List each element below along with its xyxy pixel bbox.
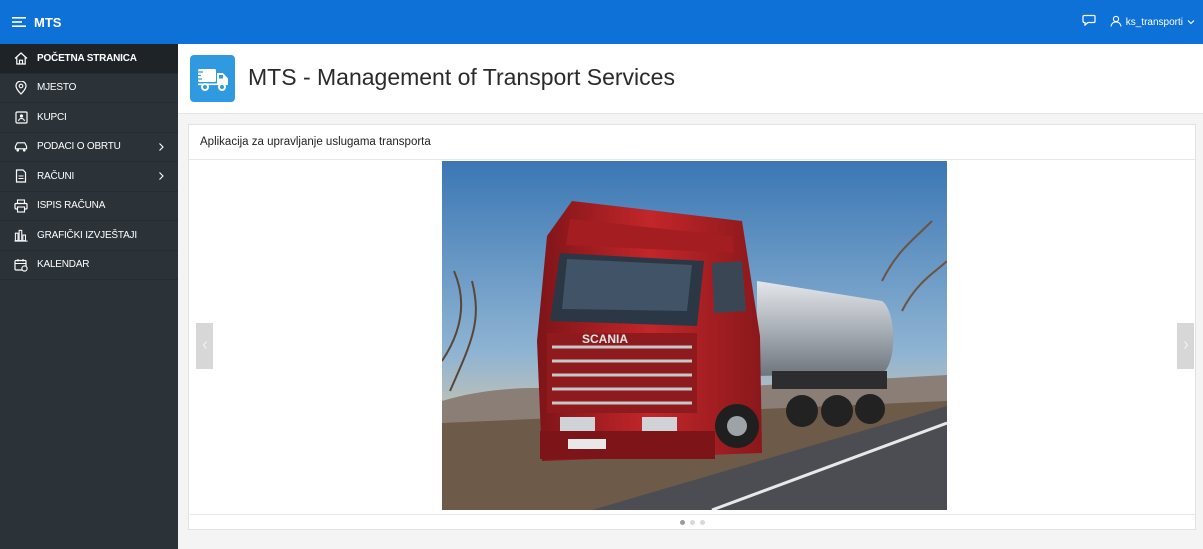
sidebar-item-mjesto[interactable]: MJESTO bbox=[0, 74, 178, 103]
app-title[interactable]: MTS bbox=[34, 15, 61, 30]
page-header: MTS - Management of Transport Services bbox=[178, 44, 1203, 114]
chevron-right-icon bbox=[1183, 337, 1189, 355]
document-icon bbox=[14, 169, 28, 183]
truck-brand: SCANIA bbox=[582, 332, 628, 346]
carousel-pagination bbox=[189, 515, 1195, 529]
username: ks_transporti bbox=[1125, 16, 1183, 28]
sidebar-item-label: RAČUNI bbox=[37, 170, 75, 182]
carousel-dot-3[interactable] bbox=[699, 519, 705, 525]
bar-chart-icon bbox=[14, 228, 28, 242]
printer-icon bbox=[14, 199, 28, 213]
sidebar-item-label: MJESTO bbox=[37, 82, 77, 94]
user-menu[interactable]: ks_transporti bbox=[1110, 15, 1195, 30]
user-icon bbox=[1110, 15, 1122, 30]
chat-icon[interactable] bbox=[1082, 13, 1096, 31]
sidebar-item-graficki-izvjestaji[interactable]: GRAFIČKI IZVJEŠTAJI bbox=[0, 221, 178, 251]
carousel-next-button[interactable] bbox=[1177, 323, 1194, 369]
home-icon bbox=[14, 51, 28, 65]
top-navigation-bar: MTS ks_transporti bbox=[0, 0, 1203, 44]
calendar-icon bbox=[14, 258, 28, 272]
chevron-right-icon bbox=[156, 171, 166, 181]
hamburger-menu-icon[interactable] bbox=[8, 11, 30, 33]
sidebar-item-label: PODACI O OBRTU bbox=[37, 141, 121, 153]
car-icon bbox=[14, 140, 28, 154]
carousel: SCANIA bbox=[190, 160, 1195, 515]
carousel-region: Aplikacija za upravljanje uslugama trans… bbox=[188, 124, 1196, 530]
sidebar: POČETNA STRANICA MJESTO KUPCI PODACI O O… bbox=[0, 44, 178, 549]
sidebar-item-label: POČETNA STRANICA bbox=[37, 52, 137, 64]
chevron-left-icon bbox=[202, 337, 208, 355]
sidebar-item-kupci[interactable]: KUPCI bbox=[0, 103, 178, 133]
sidebar-item-pocetna-stranica[interactable]: POČETNA STRANICA bbox=[0, 44, 178, 74]
sidebar-item-label: KUPCI bbox=[37, 111, 67, 123]
page-title: MTS - Management of Transport Services bbox=[248, 64, 675, 90]
sidebar-item-racuni[interactable]: RAČUNI bbox=[0, 162, 178, 192]
sidebar-item-kalendar[interactable]: KALENDAR bbox=[0, 251, 178, 280]
carousel-dot-1[interactable] bbox=[679, 519, 685, 525]
carousel-previous-button[interactable] bbox=[196, 323, 213, 369]
sidebar-item-label: GRAFIČKI IZVJEŠTAJI bbox=[37, 229, 137, 241]
chevron-down-icon bbox=[1187, 17, 1195, 28]
sidebar-item-label: ISPIS RAČUNA bbox=[37, 200, 106, 212]
truck-photo: SCANIA bbox=[442, 161, 947, 510]
region-title: Aplikacija za upravljanje uslugama trans… bbox=[189, 125, 1195, 160]
contact-card-icon bbox=[14, 110, 28, 124]
sidebar-item-ispis-racuna[interactable]: ISPIS RAČUNA bbox=[0, 192, 178, 221]
map-pin-icon bbox=[14, 80, 28, 95]
sidebar-item-podaci-o-obrtu[interactable]: PODACI O OBRTU bbox=[0, 133, 178, 162]
truck-icon bbox=[190, 55, 235, 102]
chevron-right-icon bbox=[156, 142, 166, 152]
sidebar-item-label: KALENDAR bbox=[37, 259, 90, 271]
carousel-dot-2[interactable] bbox=[689, 519, 695, 525]
